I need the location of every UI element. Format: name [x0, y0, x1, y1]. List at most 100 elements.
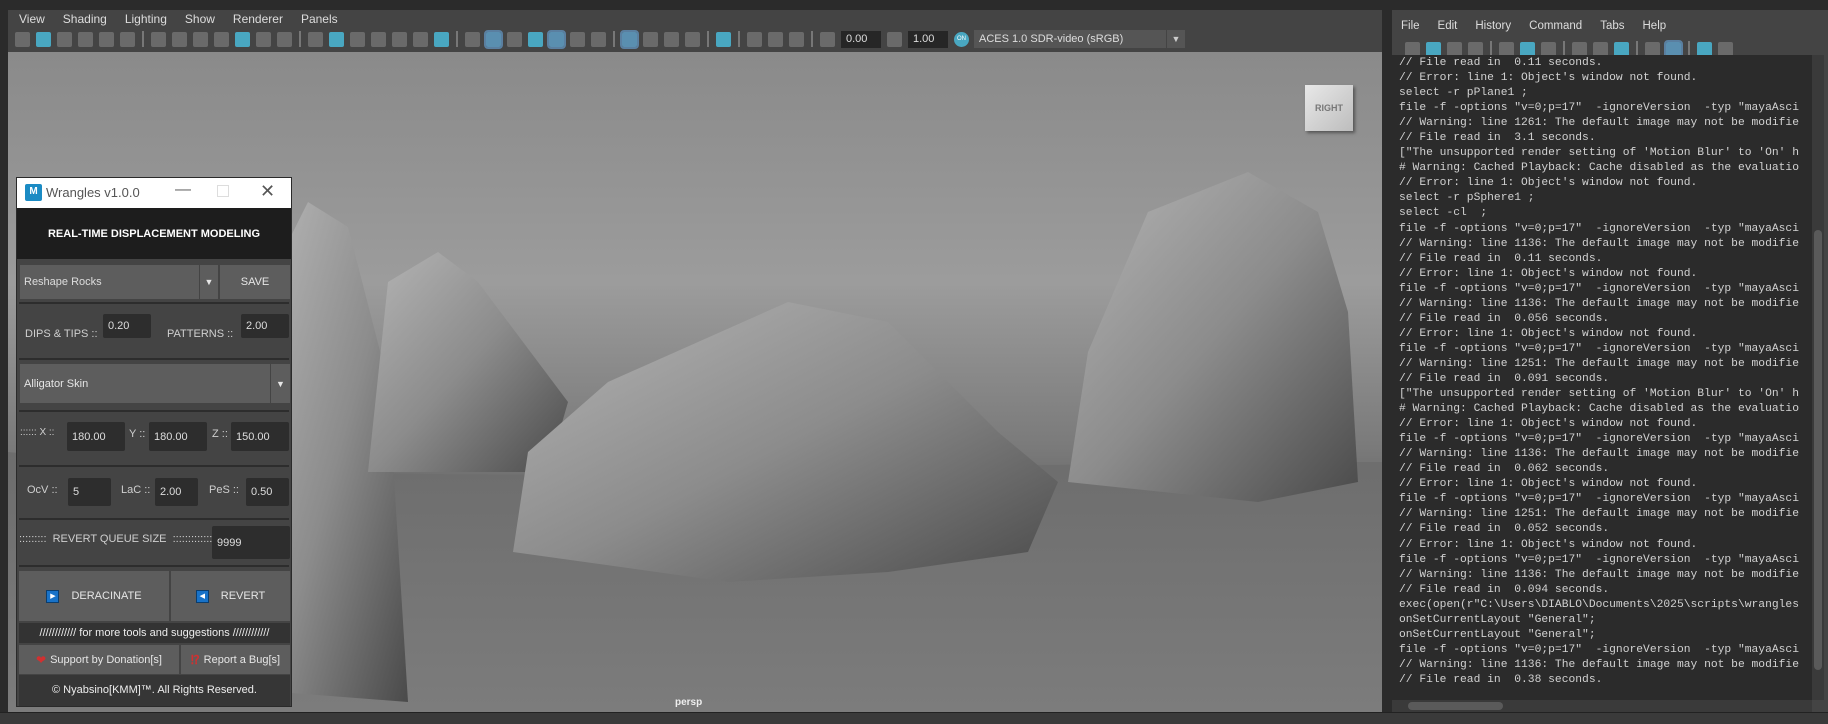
menu-show[interactable]: Show: [176, 10, 224, 28]
report-bug-button[interactable]: ⁉ Report a Bug[s]: [181, 645, 290, 674]
log-line: // File read in 0.052 seconds.: [1399, 523, 1610, 536]
dips-field[interactable]: 0.20: [103, 314, 151, 338]
menu-renderer[interactable]: Renderer: [224, 10, 292, 28]
film-gate-icon[interactable]: [329, 31, 344, 47]
camera-attributes-icon[interactable]: [36, 31, 51, 47]
scrollbar-thumb[interactable]: [1814, 230, 1822, 670]
resolution-gate-icon[interactable]: [350, 31, 365, 47]
preset-dropdown[interactable]: Reshape Rocks: [20, 265, 199, 299]
depth-of-field-icon[interactable]: [685, 31, 700, 47]
info-link[interactable]: //////////// for more tools and suggesti…: [19, 623, 290, 643]
gamma-field[interactable]: 1.00: [908, 30, 948, 48]
ocv-field[interactable]: 5: [68, 478, 111, 506]
menu-shading[interactable]: Shading: [54, 10, 116, 28]
wireframe-on-shaded-icon[interactable]: [528, 31, 543, 47]
log-line: # Warning: Cached Playback: Cache disabl…: [1399, 403, 1799, 416]
rock-right: [1068, 172, 1358, 502]
smooth-shade-icon[interactable]: [484, 29, 503, 49]
wireframe-icon[interactable]: [465, 31, 480, 47]
camera-snapshot-icon[interactable]: [193, 31, 208, 47]
report-bug-label: Report a Bug[s]: [203, 653, 281, 666]
select-camera-icon[interactable]: [15, 31, 30, 47]
menu-tabs[interactable]: Tabs: [1591, 17, 1633, 35]
grid-icon[interactable]: [308, 31, 323, 47]
chevron-down-icon[interactable]: ▼: [271, 364, 290, 403]
exposure-icon[interactable]: [820, 31, 835, 47]
maximize-button[interactable]: [217, 185, 229, 197]
log-line: file -f -options "v=0;p=17" -ignoreVersi…: [1399, 553, 1799, 566]
xray-joints-icon[interactable]: [768, 31, 783, 47]
bug-alert-icon: ⁉: [190, 652, 200, 667]
log-line: file -f -options "v=0;p=17" -ignoreVersi…: [1399, 433, 1799, 446]
scrollbar-thumb[interactable]: [1408, 702, 1503, 710]
lac-label: LaC ::: [121, 484, 151, 496]
exposure-field[interactable]: 0.00: [841, 30, 881, 48]
xray-icon[interactable]: [747, 31, 762, 47]
log-line: onSetCurrentLayout "General";: [1399, 613, 1596, 626]
menu-command[interactable]: Command: [1520, 17, 1591, 35]
donation-button[interactable]: ❤ Support by Donation[s]: [19, 645, 179, 674]
window-title: Wrangles v1.0.0: [46, 185, 140, 200]
log-line: // File read in 0.38 seconds.: [1399, 673, 1603, 686]
log-line: file -f -options "v=0;p=17" -ignoreVersi…: [1399, 282, 1799, 295]
motion-blur-icon[interactable]: [643, 31, 658, 47]
bookmarks-icon[interactable]: [57, 31, 72, 47]
menu-edit[interactable]: Edit: [1429, 17, 1467, 35]
camera-label: persp: [675, 697, 703, 708]
horizontal-scrollbar[interactable]: [1392, 700, 1812, 712]
camera-icon[interactable]: [151, 31, 166, 47]
2d-pan-zoom-icon[interactable]: [99, 31, 114, 47]
field-chart-icon[interactable]: [392, 31, 407, 47]
viewcube[interactable]: RIGHT: [1305, 85, 1353, 131]
menu-lighting[interactable]: Lighting: [116, 10, 176, 28]
pan-zoom-icon[interactable]: [256, 31, 271, 47]
x-field[interactable]: 180.00: [67, 422, 125, 451]
queue-size-field[interactable]: 9999: [212, 526, 290, 559]
pattern-dropdown[interactable]: Alligator Skin: [20, 364, 270, 403]
menu-history[interactable]: History: [1466, 17, 1520, 35]
menu-help[interactable]: Help: [1634, 17, 1676, 35]
menu-panels[interactable]: Panels: [292, 10, 347, 28]
menu-view[interactable]: View: [10, 10, 54, 28]
image-plane-icon[interactable]: [78, 31, 93, 47]
z-field[interactable]: 150.00: [231, 422, 289, 451]
log-line: // File read in 0.11 seconds.: [1399, 57, 1603, 69]
safe-action-icon[interactable]: [413, 31, 428, 47]
revert-button[interactable]: ◀ REVERT: [171, 571, 290, 621]
shadows-icon[interactable]: [591, 31, 606, 47]
log-line: file -f -options "v=0;p=17" -ignoreVersi…: [1399, 342, 1799, 355]
chevron-down-icon[interactable]: ▼: [1167, 30, 1185, 48]
gamma-icon[interactable]: [887, 31, 902, 47]
ruler-icon[interactable]: [235, 31, 250, 47]
menu-file[interactable]: File: [1392, 17, 1429, 35]
script-history-log[interactable]: // File read in 0.11 seconds. // Error: l…: [1392, 55, 1812, 700]
minimize-button[interactable]: —: [175, 181, 191, 199]
y-field[interactable]: 180.00: [149, 422, 207, 451]
patterns-label: PATTERNS ::: [167, 328, 234, 340]
log-line: file -f -options "v=0;p=17" -ignoreVersi…: [1399, 643, 1799, 656]
multisample-aa-icon[interactable]: [664, 31, 679, 47]
save-button[interactable]: SAVE: [220, 265, 290, 299]
safe-title-icon[interactable]: [434, 31, 449, 47]
isolate-select-icon[interactable]: [716, 31, 731, 47]
deracinate-button[interactable]: ▶ DERACINATE: [19, 571, 169, 621]
gate-mask-icon[interactable]: [371, 31, 386, 47]
color-management-toggle[interactable]: ON: [954, 31, 969, 47]
pencil-icon[interactable]: [277, 31, 292, 47]
patterns-field[interactable]: 2.00: [241, 314, 289, 338]
bookmark-icon[interactable]: [214, 31, 229, 47]
lac-field[interactable]: 2.00: [155, 478, 198, 506]
lock-camera-icon[interactable]: [172, 31, 187, 47]
vertical-scrollbar[interactable]: [1812, 55, 1824, 700]
chevron-down-icon[interactable]: ▼: [200, 265, 218, 299]
backface-culling-icon[interactable]: [789, 31, 804, 47]
use-all-lights-icon[interactable]: [570, 31, 585, 47]
view-transform-dropdown[interactable]: ACES 1.0 SDR-video (sRGB): [974, 30, 1166, 48]
window-titlebar[interactable]: M Wrangles v1.0.0 — ✕: [17, 178, 291, 208]
close-button[interactable]: ✕: [260, 181, 275, 202]
default-material-icon[interactable]: [507, 31, 522, 47]
pes-field[interactable]: 0.50: [246, 478, 289, 506]
screen-space-ao-icon[interactable]: [620, 29, 639, 49]
textured-icon[interactable]: [547, 29, 566, 49]
grease-pencil-icon[interactable]: [120, 31, 135, 47]
